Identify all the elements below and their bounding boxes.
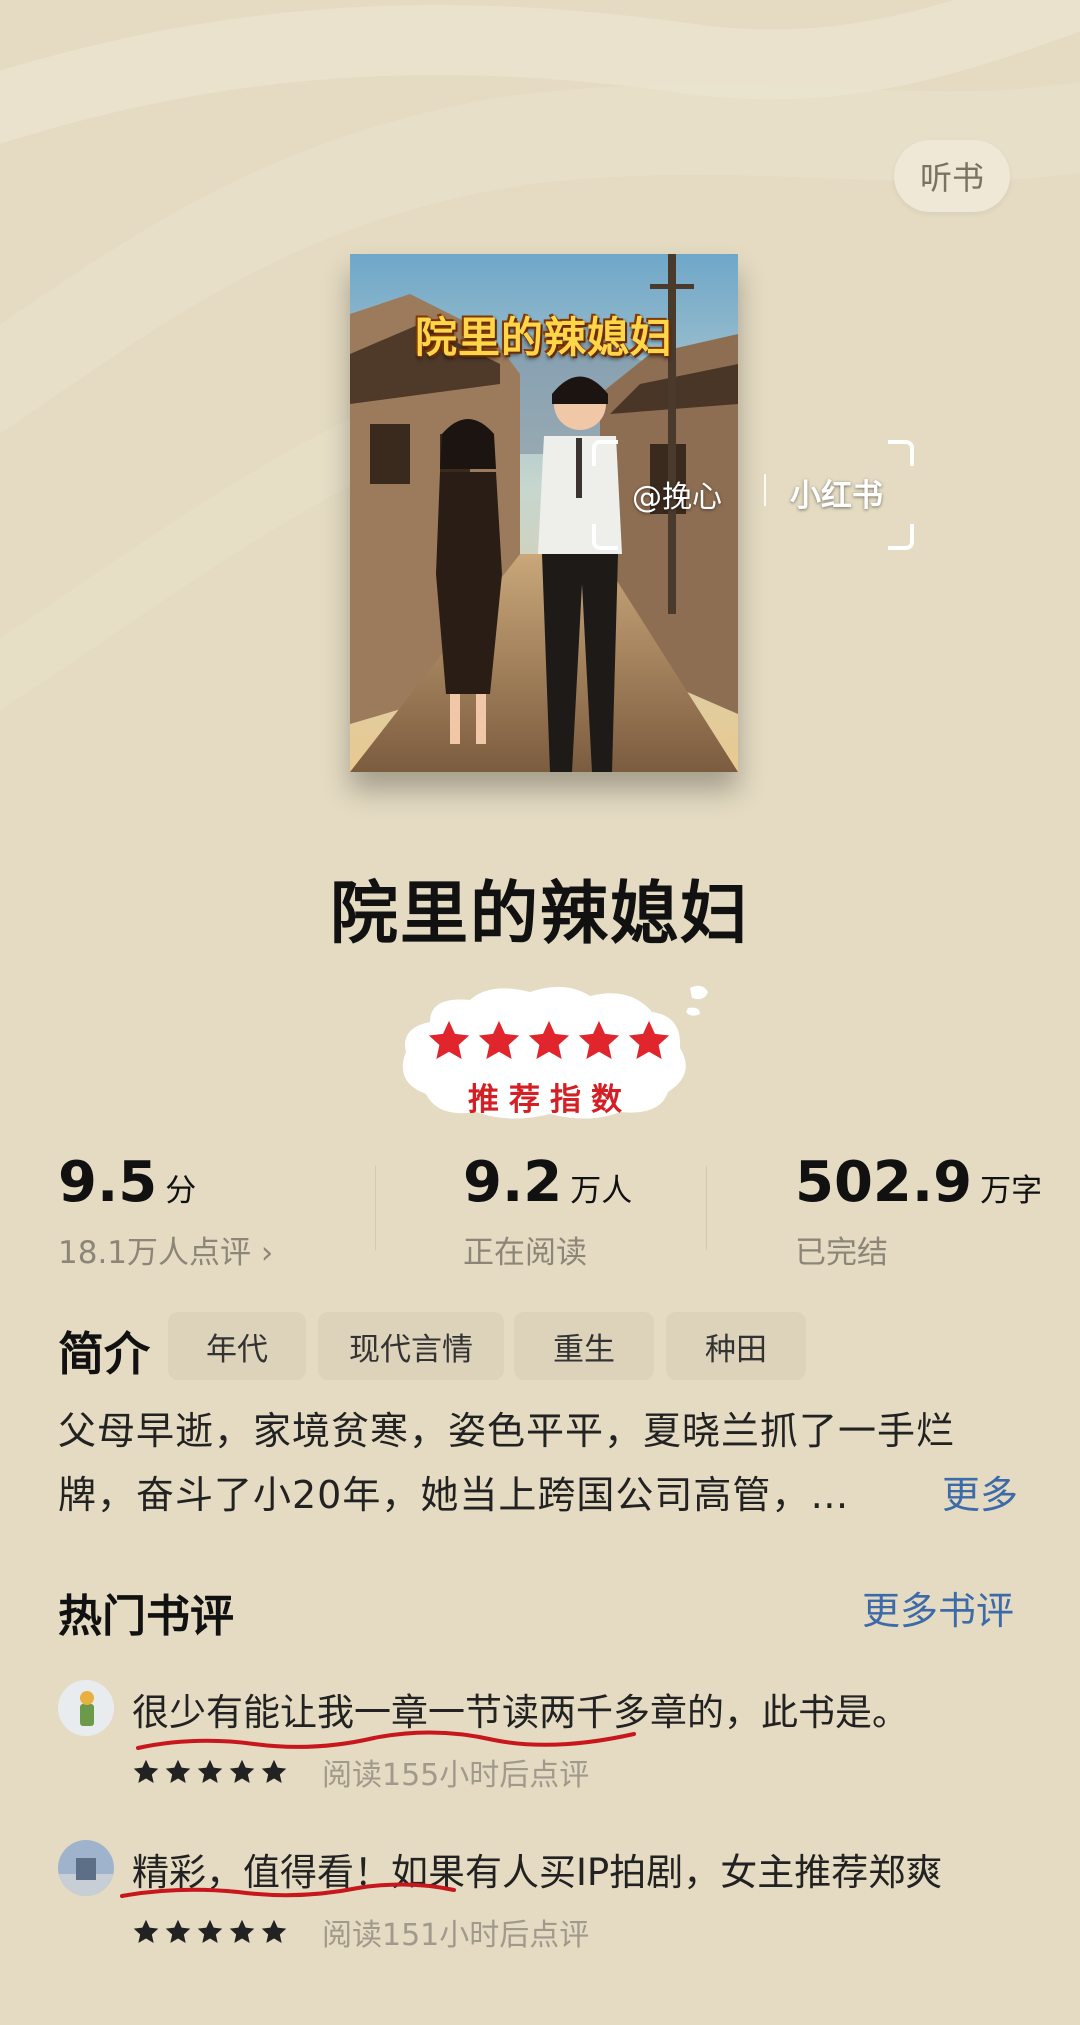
rating-star-icon [229, 1759, 255, 1783]
recommend-star-icon [578, 1020, 620, 1060]
watermark-corner [888, 524, 914, 550]
rating-star-icon [261, 1759, 287, 1783]
readers-label: 正在阅读 [463, 1235, 587, 1271]
rating-star-icon [197, 1759, 223, 1783]
review-text[interactable]: 精彩，值得看！如果有人买IP拍剧，女主推荐郑爽 [132, 1842, 942, 1896]
stat-divider [706, 1166, 707, 1250]
review-meta: 阅读155小时后点评 [132, 1750, 589, 1794]
tag-modern-romance[interactable]: 现代言情 [318, 1312, 504, 1380]
tag-rebirth[interactable]: 重生 [514, 1312, 654, 1380]
intro-more-link[interactable]: 更多 [942, 1464, 1018, 1519]
hot-reviews-title: 热门书评 [58, 1591, 234, 1642]
status-label: 已完结 [795, 1235, 888, 1271]
avatar[interactable] [58, 1840, 114, 1896]
listen-button[interactable]: 听书 [894, 140, 1010, 212]
watermark-corner [592, 524, 618, 550]
rating-star-icon [197, 1919, 223, 1943]
review-text[interactable]: 很少有能让我一章一节读两千多章的，此书是。 [132, 1682, 909, 1736]
watermark-brand: 小红书 [790, 478, 883, 514]
readers-value: 9.2 [463, 1150, 563, 1215]
readers-unit: 万人 [570, 1173, 633, 1209]
recommend-star-icon [478, 1020, 520, 1060]
avatar[interactable] [58, 1680, 114, 1736]
tag-farming[interactable]: 种田 [666, 1312, 806, 1380]
watermark: @挽心 小红书 [592, 440, 914, 550]
recommend-star-icon [428, 1020, 470, 1060]
avatar-image [58, 1680, 114, 1736]
book-title: 院里的辣媳妇 [329, 875, 750, 954]
recommend-star-icon [528, 1020, 570, 1060]
recommend-stars [426, 1018, 676, 1064]
intro-text-line-2: 牌，奋斗了小20年，她当上跨国公司高管，… [58, 1473, 850, 1517]
stat-words: 502.9 万字 已完结 [795, 1150, 1042, 1272]
words-value: 502.9 [795, 1150, 973, 1215]
review-rating [132, 1918, 292, 1946]
review-meta: 阅读151小时后点评 [132, 1910, 589, 1954]
review-meta-text: 阅读155小时后点评 [322, 1758, 590, 1793]
rating-star-icon [133, 1759, 159, 1783]
recommend-badge: 推荐指数 [390, 982, 710, 1122]
stat-score[interactable]: 9.5 分 18.1万人点评 › [58, 1150, 273, 1272]
stat-divider [375, 1166, 376, 1250]
avatar-image [58, 1840, 114, 1896]
more-reviews-link[interactable]: 更多书评 [862, 1580, 1014, 1635]
recommend-label: 推荐指数 [468, 1082, 632, 1118]
rating-star-icon [261, 1919, 287, 1943]
tag-era[interactable]: 年代 [168, 1312, 306, 1380]
watermark-corner [888, 440, 914, 466]
words-unit: 万字 [980, 1173, 1043, 1209]
watermark-divider [764, 474, 766, 506]
intro-text-line-1: 父母早逝，家境贫寒，姿色平平，夏晓兰抓了一手烂 [58, 1409, 956, 1453]
rating-star-icon [165, 1759, 191, 1783]
recommend-star-icon [628, 1020, 670, 1060]
rating-star-icon [229, 1919, 255, 1943]
watermark-user: @挽心 [632, 480, 722, 515]
stat-readers: 9.2 万人 正在阅读 [463, 1150, 632, 1272]
review-count-link[interactable]: 18.1万人点评 › [58, 1227, 273, 1272]
score-unit: 分 [165, 1173, 197, 1209]
rating-star-icon [165, 1919, 191, 1943]
score-value: 9.5 [58, 1150, 158, 1215]
cover-title: 院里的辣媳妇 [414, 313, 673, 362]
watermark-corner [592, 440, 618, 466]
intro-label: 简介 [58, 1327, 150, 1381]
review-rating [132, 1758, 292, 1786]
review-meta-text: 阅读151小时后点评 [322, 1918, 590, 1953]
rating-star-icon [133, 1919, 159, 1943]
